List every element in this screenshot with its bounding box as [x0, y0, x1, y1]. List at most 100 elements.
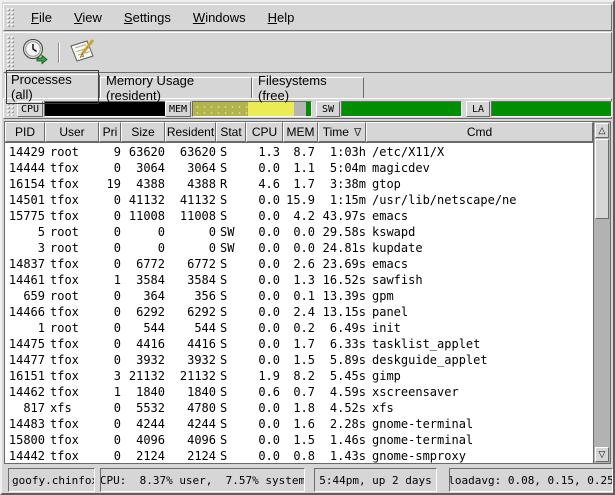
cell-pid: 14466: [5, 304, 45, 320]
cell-pid: 14461: [5, 272, 45, 288]
menu-settings[interactable]: Settings: [113, 7, 182, 28]
process-row[interactable]: 14837 tfox 0 6772 6772 S 0.0 2.6 23.69s …: [5, 256, 593, 272]
column-header-resident[interactable]: Resident: [165, 122, 216, 142]
column-header-pri[interactable]: Pri: [99, 122, 121, 142]
cell-size: 364: [121, 288, 165, 304]
menu-view[interactable]: View: [63, 7, 113, 28]
column-header-pid[interactable]: PID: [5, 122, 45, 142]
process-row[interactable]: 817 xfs 0 5532 4780 S 0.0 1.8 4.52s xfs: [5, 400, 593, 416]
cell-cpu: 0.0: [246, 432, 283, 448]
process-row[interactable]: 14483 tfox 0 4244 4244 S 0.0 1.6 2.28s g…: [5, 416, 593, 432]
cell-size: 0: [121, 224, 165, 240]
tab-filesystems[interactable]: Filesystems (free): [252, 77, 364, 98]
cell-mem: 0.1: [283, 288, 318, 304]
process-row[interactable]: 16151 tfox 3 21132 21132 S 1.9 8.2 5.45s…: [5, 368, 593, 384]
process-row[interactable]: 14442 tfox 0 2124 2124 S 0.0 0.8 1.43s g…: [5, 448, 593, 463]
process-row[interactable]: 14429 root 9 63620 63620 S 1.3 8.7 1:03h…: [5, 144, 593, 160]
cell-pri: 0: [99, 432, 121, 448]
cell-pid: 15775: [5, 208, 45, 224]
memo-button[interactable]: [66, 39, 98, 68]
column-header-size[interactable]: Size: [121, 122, 165, 142]
process-row[interactable]: 14475 tfox 0 4416 4416 S 0.0 1.7 6.33s t…: [5, 336, 593, 352]
toolbar-separator: [58, 43, 60, 63]
column-header-user[interactable]: User: [45, 122, 99, 142]
timer-clock-button[interactable]: [19, 39, 51, 68]
cell-cmd: kswapd: [366, 224, 593, 240]
cpu-bar-segment: [45, 102, 165, 116]
menubar-grip-handle[interactable]: [6, 7, 15, 28]
process-row[interactable]: 659 root 0 364 356 S 0.0 0.1 13.39s gpm: [5, 288, 593, 304]
cell-user: root: [45, 224, 99, 240]
cell-size: 6292: [121, 304, 165, 320]
process-row[interactable]: 14501 tfox 0 41132 41132 S 0.0 15.9 1:15…: [5, 192, 593, 208]
toolbar-grip-handle[interactable]: [6, 35, 15, 70]
column-header-mem[interactable]: MEM: [283, 122, 318, 142]
process-table: PID User Pri Size Resident Stat CPU MEM …: [4, 121, 611, 464]
cell-mem: 0.8: [283, 448, 318, 463]
tab-memory-usage[interactable]: Memory Usage (resident): [100, 77, 252, 98]
cell-stat: S: [216, 320, 246, 336]
cell-stat: S: [216, 368, 246, 384]
process-row[interactable]: 14444 tfox 0 3064 3064 S 0.0 1.1 5:04m m…: [5, 160, 593, 176]
process-row[interactable]: 16154 tfox 19 4388 4388 R 4.6 1.7 3:38m …: [5, 176, 593, 192]
menu-windows-key: W: [193, 10, 205, 25]
menu-help[interactable]: Help: [257, 7, 306, 28]
cell-time: 6.49s: [318, 320, 366, 336]
cell-mem: 8.7: [283, 144, 318, 160]
cell-size: 4416: [121, 336, 165, 352]
cell-cmd: xfs: [366, 400, 593, 416]
cell-cpu: 4.6: [246, 176, 283, 192]
scroll-down-button[interactable]: ▽: [595, 447, 609, 462]
loadavg-panel: loadavg: 0.08, 0.15, 0.25: [449, 468, 613, 492]
cell-time: 43.97s: [318, 208, 366, 224]
scrollbar-thumb[interactable]: [595, 139, 609, 219]
cell-pri: 0: [99, 256, 121, 272]
process-row[interactable]: 14466 tfox 0 6292 6292 S 0.0 2.4 13.15s …: [5, 304, 593, 320]
loadavg-monitor-label[interactable]: LA: [466, 101, 490, 117]
process-row[interactable]: 15775 tfox 0 11008 11008 S 0.0 4.2 43.97…: [5, 208, 593, 224]
scroll-up-button[interactable]: △: [595, 123, 609, 138]
process-row[interactable]: 5 root 0 0 0 SW 0.0 0.0 29.58s kswapd: [5, 224, 593, 240]
cell-pri: 0: [99, 208, 121, 224]
process-row[interactable]: 14477 tfox 0 3932 3932 S 0.0 1.5 5.89s d…: [5, 352, 593, 368]
cell-mem: 0.2: [283, 320, 318, 336]
cell-pid: 14477: [5, 352, 45, 368]
cell-cpu: 0.0: [246, 400, 283, 416]
column-header-stat[interactable]: Stat: [216, 122, 246, 142]
cell-size: 2124: [121, 448, 165, 463]
cell-cpu: 0.0: [246, 416, 283, 432]
cell-cpu: 0.0: [246, 352, 283, 368]
process-row[interactable]: 14461 tfox 1 3584 3584 S 0.0 1.3 16.52s …: [5, 272, 593, 288]
column-header-time[interactable]: Time∇: [318, 122, 366, 142]
cell-user: tfox: [45, 272, 99, 288]
process-row[interactable]: 1 root 0 544 544 S 0.0 0.2 6.49s init: [5, 320, 593, 336]
process-row[interactable]: 15800 tfox 0 4096 4096 S 0.0 1.5 1.46s g…: [5, 432, 593, 448]
process-row[interactable]: 14462 tfox 1 1840 1840 S 0.6 0.7 4.59s x…: [5, 384, 593, 400]
column-header-cpu[interactable]: CPU: [246, 122, 283, 142]
cell-time: 2.28s: [318, 416, 366, 432]
cell-mem: 1.5: [283, 432, 318, 448]
cell-pid: 14483: [5, 416, 45, 432]
cell-size: 41132: [121, 192, 165, 208]
cell-stat: S: [216, 192, 246, 208]
cell-time: 4.59s: [318, 384, 366, 400]
menu-file[interactable]: File: [20, 7, 63, 28]
loadavg-bar[interactable]: [491, 101, 612, 117]
cell-cpu: 0.0: [246, 288, 283, 304]
process-row[interactable]: 3 root 0 0 0 SW 0.0 0.0 24.81s kupdate: [5, 240, 593, 256]
column-header-cmd[interactable]: Cmd: [366, 122, 593, 142]
cell-resident: 356: [165, 288, 216, 304]
cell-mem: 1.3: [283, 272, 318, 288]
mem-header-label: MEM: [287, 125, 315, 139]
cell-user: tfox: [45, 432, 99, 448]
cell-cpu: 0.6: [246, 384, 283, 400]
cell-user: tfox: [45, 416, 99, 432]
tab-processes[interactable]: Processes (all): [5, 74, 100, 98]
vertical-scrollbar[interactable]: △ ▽: [593, 122, 610, 463]
cell-time: 5:04m: [318, 160, 366, 176]
cell-pri: 0: [99, 304, 121, 320]
mem-free-segment: [306, 102, 311, 116]
menu-windows[interactable]: Windows: [182, 7, 257, 28]
cell-cmd: emacs: [366, 208, 593, 224]
cell-resident: 2124: [165, 448, 216, 463]
